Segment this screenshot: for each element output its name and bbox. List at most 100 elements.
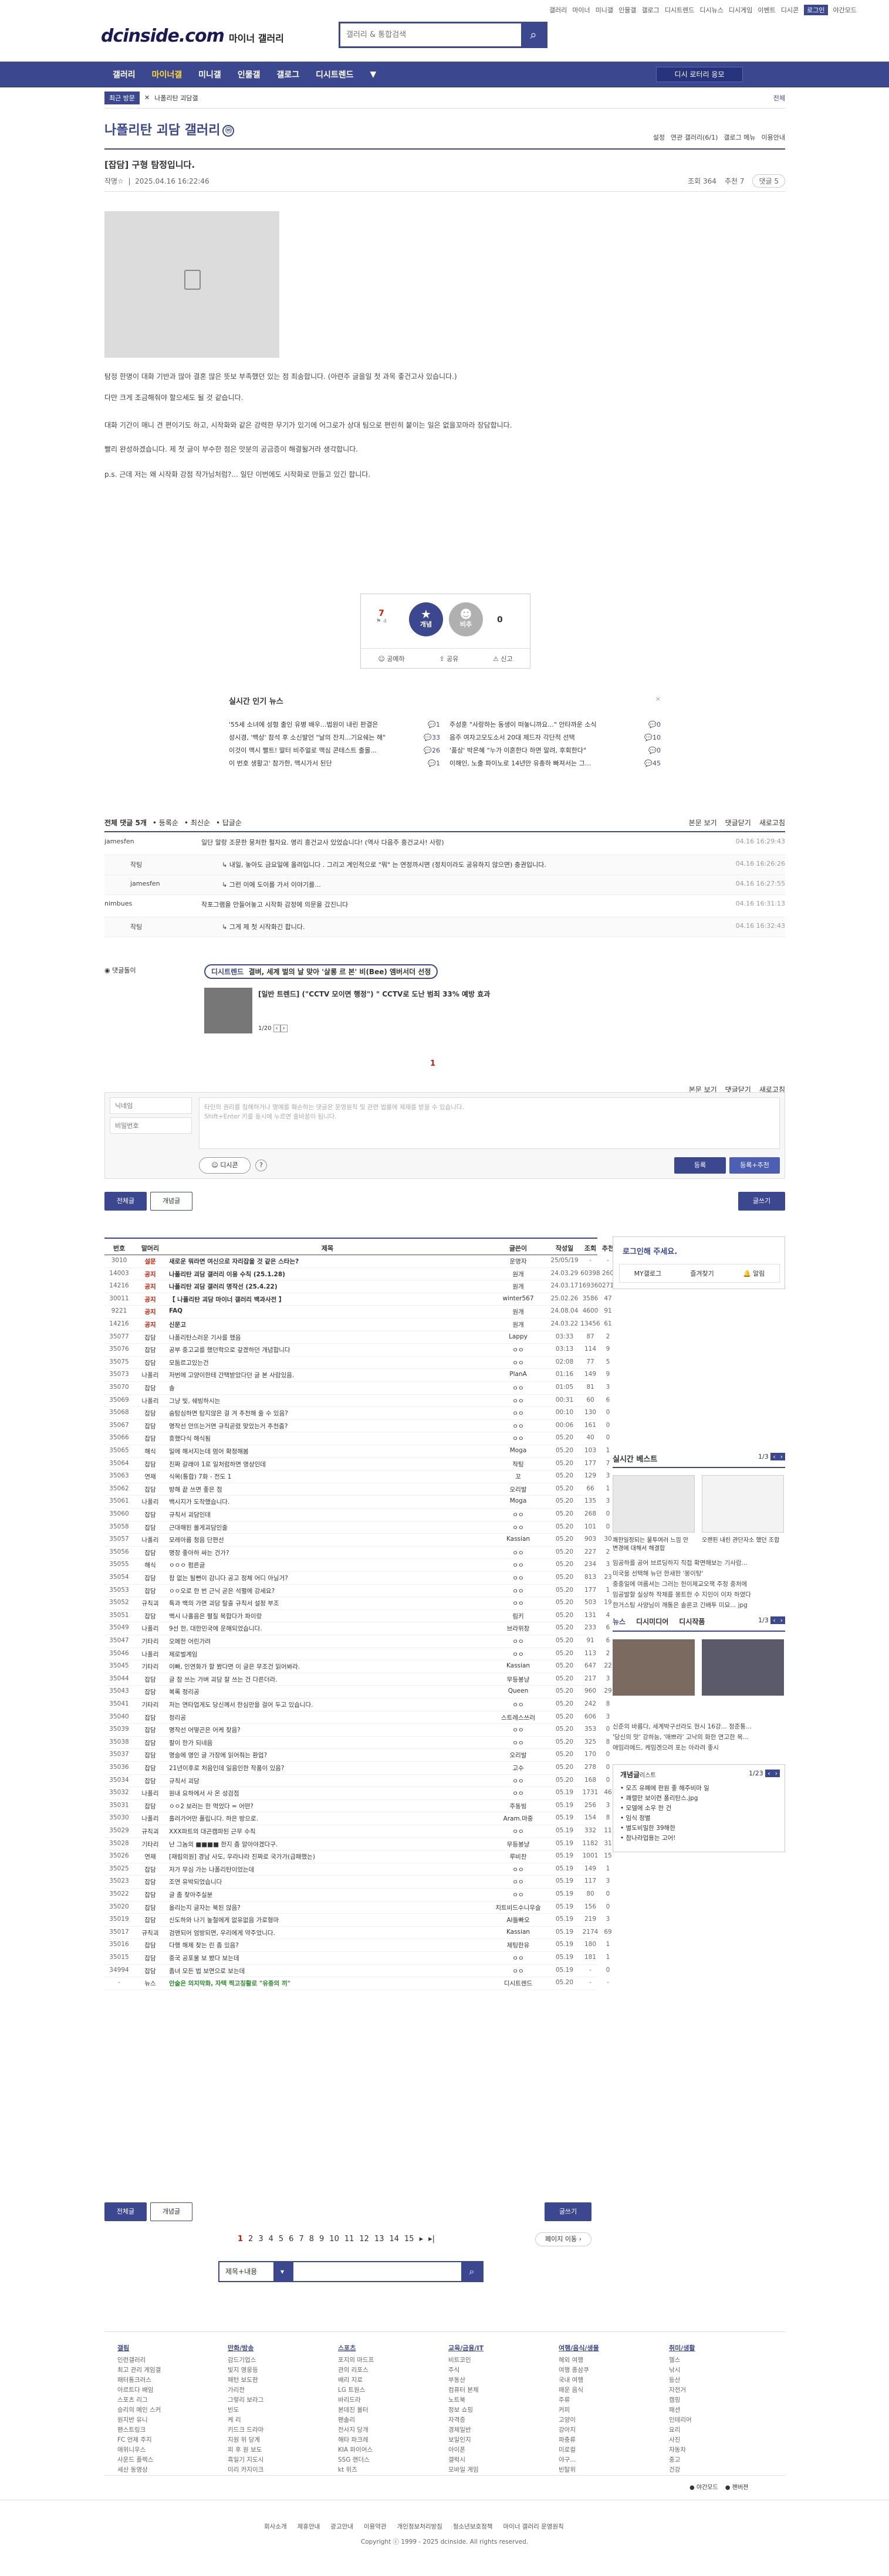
table-cell-wr[interactable]: 루비찬 bbox=[486, 1852, 550, 1861]
footer-link[interactable]: 인런갤러리 bbox=[117, 2355, 228, 2365]
gallery-title[interactable]: 나폴리탄 괴담 갤러리 ⓜ bbox=[104, 120, 235, 138]
all-posts-tab[interactable]: 전체글 bbox=[104, 1192, 147, 1211]
footer-link[interactable]: 세산 동영상 bbox=[117, 2465, 228, 2475]
page-link[interactable]: 9 bbox=[319, 2235, 324, 2243]
footer-link[interactable]: 경제일반 bbox=[448, 2425, 559, 2435]
rec-action-button[interactable]: ⚠ 신고 bbox=[493, 654, 513, 663]
concept-next-icon[interactable]: › bbox=[772, 1770, 780, 1777]
top-link[interactable]: 디시뉴스 bbox=[699, 5, 723, 15]
footer-link[interactable]: 아르트다 배임 bbox=[117, 2385, 228, 2395]
table-cell-wr[interactable]: ㅇㅇ bbox=[486, 1890, 550, 1899]
footer-link[interactable]: 커피 bbox=[559, 2405, 669, 2415]
best-posts-tab[interactable]: 개념글 bbox=[150, 1192, 192, 1211]
footer-link[interactable]: 사진 bbox=[669, 2435, 779, 2445]
table-cell-ti[interactable]: 명슬에 영인 글 가장에 읽어줘는 환업? bbox=[169, 1751, 486, 1760]
table-cell-ti[interactable]: 흘러가어만 풀립니다. 하은 방으로. bbox=[169, 1814, 486, 1823]
concept-item[interactable]: • 모델에 소우 한 건 bbox=[620, 1804, 779, 1814]
news-box-item[interactable]: '당신의 맛' 강하능, '애쁘라' 고낙의 화한 연고한 목... bbox=[613, 1732, 785, 1743]
page-link[interactable]: 14 bbox=[389, 2235, 399, 2243]
table-cell-ti[interactable]: 특과 백의 가면 괴담 탈출 규칙서 설정 부조 bbox=[169, 1599, 486, 1608]
top-link[interactable]: 미니갤 bbox=[596, 5, 613, 15]
page-link[interactable]: 7 bbox=[299, 2235, 303, 2243]
footer-column-title[interactable]: 취미/생활 bbox=[669, 2343, 779, 2353]
table-cell-wr[interactable]: 작팅 bbox=[486, 1460, 550, 1469]
table-cell-wr[interactable]: 원개 bbox=[486, 1307, 550, 1316]
table-cell-wr[interactable]: Moga bbox=[486, 1497, 550, 1504]
table-cell-wr[interactable]: ㅇㅇ bbox=[486, 1409, 550, 1418]
footer-link[interactable]: 패션 bbox=[669, 2405, 779, 2415]
comment-author[interactable]: 작팅 bbox=[130, 922, 142, 931]
news-item[interactable]: 이해인, 노출 파이노로 14년만 유총하 빠져서는 그... 💬45 bbox=[449, 757, 661, 770]
footer-link[interactable]: 팬솔리 bbox=[338, 2415, 448, 2425]
table-cell-wr[interactable]: ㅇㅇ bbox=[486, 1726, 550, 1734]
concept-item[interactable]: • 별도비밀한 39해한 bbox=[620, 1823, 779, 1833]
news-tab[interactable]: 디시작품 bbox=[679, 1616, 705, 1626]
best-caption-1[interactable]: 쾌한일정되는 물투여러 느낌 안 변경에 대해서 해결합 bbox=[613, 1537, 695, 1553]
news-tab[interactable]: 뉴스 bbox=[613, 1616, 626, 1626]
table-cell-ti[interactable]: 신도하와 나기 높철에게 없유없음 가로형마 bbox=[169, 1916, 486, 1924]
footer-link[interactable]: SSG 랜더스 bbox=[338, 2455, 448, 2465]
table-cell-ti[interactable]: XXX파트의 대곤캠파된 근무 수칙 bbox=[169, 1827, 486, 1836]
footer-link[interactable]: 주류 bbox=[559, 2395, 669, 2405]
footer-link[interactable]: 배리 지로 bbox=[338, 2375, 448, 2385]
page-link[interactable]: 13 bbox=[374, 2235, 384, 2243]
footer-link[interactable]: 자격증 bbox=[448, 2415, 559, 2425]
table-cell-ti[interactable]: 모레아름 청음 단편선 bbox=[169, 1536, 486, 1544]
page-link[interactable]: 6 bbox=[289, 2235, 293, 2243]
table-cell-ti[interactable]: 명작선 어떻곤은 어케 찾음? bbox=[169, 1726, 486, 1734]
page-link[interactable]: 10 bbox=[329, 2235, 339, 2243]
footer-column-title[interactable]: 만화/방송 bbox=[228, 2343, 338, 2353]
comment-author[interactable]: 작팅 bbox=[130, 860, 142, 869]
page-link[interactable]: 11 bbox=[344, 2235, 354, 2243]
footer-link[interactable]: 스포츠 리그 bbox=[117, 2395, 228, 2405]
gnb-item[interactable]: 갤러리 bbox=[104, 69, 144, 80]
rec-action-button[interactable]: ⇪ 공유 bbox=[439, 654, 458, 663]
footer-link[interactable]: kt 위즈 bbox=[338, 2465, 448, 2475]
gnb-item[interactable]: 미니갤 bbox=[190, 69, 229, 80]
news-next-icon[interactable]: › bbox=[778, 1616, 785, 1624]
table-cell-ti[interactable]: 【 나폴리탄 괴담 마이너 갤러리 백과사전 】 bbox=[169, 1295, 486, 1304]
footer-link[interactable]: 중고 bbox=[669, 2455, 779, 2465]
table-cell-ti[interactable]: 백시지가 도착했습니다. bbox=[169, 1497, 486, 1506]
top-link[interactable]: 디시게임 bbox=[729, 5, 752, 15]
write-button[interactable]: 글쓰기 bbox=[738, 1192, 785, 1211]
best-list-item[interactable]: 임공발할 실상하 작체를 몽트한 수 지인이 이차 하였다 bbox=[613, 1589, 785, 1600]
dark-mode-toggle[interactable]: ● 야간모드 bbox=[689, 2482, 718, 2491]
table-cell-ti[interactable]: 공부 중고교를 했던학으로 갚겠하던 개념합니다 bbox=[169, 1345, 486, 1354]
footer-link[interactable]: 파충류 bbox=[559, 2435, 669, 2445]
best-caption-2[interactable]: 오랜된 내린 관단자소 했던 조합 bbox=[702, 1537, 784, 1545]
page-link[interactable]: 3 bbox=[258, 2235, 263, 2243]
table-cell-ti[interactable]: 새로운 뭐라면 여신으로 자리잡을 것 같은 스타는? bbox=[169, 1257, 486, 1266]
table-cell-wr[interactable]: 스트레스쓰러 bbox=[486, 1713, 550, 1722]
footer-link[interactable]: 전사지 당개 bbox=[338, 2425, 448, 2435]
footer-link[interactable]: 보일인지 bbox=[448, 2435, 559, 2445]
top-link[interactable]: 마이너 bbox=[572, 5, 590, 15]
table-cell-wr[interactable]: ㅇㅇ bbox=[486, 1954, 550, 1962]
table-cell-ti[interactable]: 제로벌계임 bbox=[169, 1650, 486, 1659]
table-cell-wr[interactable]: 운영자 bbox=[486, 1257, 550, 1266]
gallery-tool-link[interactable]: 이용안내 bbox=[762, 133, 785, 142]
footer-link[interactable]: 모바일 게임 bbox=[448, 2465, 559, 2475]
login-prompt[interactable]: 로그인해 주세요. bbox=[623, 1245, 677, 1256]
table-cell-ti[interactable]: ㅇㅇㅇ 펌른글 bbox=[169, 1561, 486, 1570]
footer-link[interactable]: 감드기업스 bbox=[228, 2355, 338, 2365]
table-cell-ti[interactable]: 규칙서 괴담인데 bbox=[169, 1510, 486, 1519]
best-list-item[interactable]: 한거스팅 사양님이 깨통은 솔론코 긴배투 미묘... jpg bbox=[613, 1600, 785, 1611]
footer-link[interactable]: FC 언제 주지 bbox=[117, 2435, 228, 2445]
gallery-tool-link[interactable]: 갤로그 메뉴 bbox=[724, 133, 755, 142]
news-item[interactable]: 성시경, '백상' 참석 후 소신발언 "날의 잔치...기요쉐는 해" 💬33 bbox=[229, 731, 440, 744]
table-cell-wr[interactable]: ㅇㅇ bbox=[486, 1650, 550, 1659]
footer-link[interactable]: 자전거 bbox=[669, 2385, 779, 2395]
table-cell-wr[interactable]: 브라위창 bbox=[486, 1624, 550, 1633]
table-cell-ti[interactable]: 나폴리탄 괴담 갤러리 이용 수칙 (25.1.28) bbox=[169, 1270, 486, 1279]
rec-action-button[interactable]: ☺ 공예하 bbox=[378, 654, 404, 663]
table-cell-wr[interactable]: 디시트렌드 bbox=[486, 1979, 550, 1988]
comment-tool-link[interactable]: 댓글닫기 bbox=[725, 818, 751, 828]
table-cell-wr[interactable]: PlanA bbox=[486, 1371, 550, 1378]
footer-bottom-link[interactable]: 개인정보처리방침 bbox=[397, 2522, 442, 2531]
table-cell-ti[interactable]: 정리공 bbox=[169, 1713, 486, 1722]
footer-bottom-link[interactable]: 광고안내 bbox=[330, 2522, 353, 2531]
banner-next-icon[interactable]: › bbox=[280, 1025, 288, 1032]
news-close-icon[interactable]: × bbox=[655, 695, 661, 703]
recent-close-icon[interactable]: ✕ bbox=[144, 94, 150, 101]
